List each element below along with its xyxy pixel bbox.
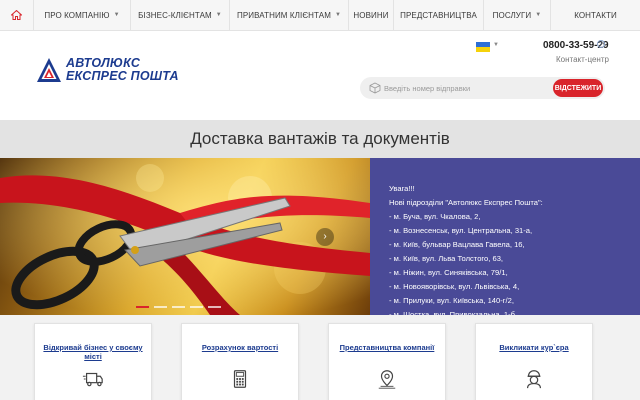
slider-dot[interactable] [208,306,221,308]
card-cost-calculation[interactable]: Розрахунок вартості [181,323,299,400]
slider-dot[interactable] [136,306,149,308]
notice-line: - м. Київ, бульвар Вацлава Гавела, 16, [389,240,525,249]
chevron-down-icon: ▼ [215,12,222,18]
logo-triangle-icon [37,58,61,82]
card-title[interactable]: Розрахунок вартості [182,343,298,352]
nav-item-private[interactable]: Приватним клієнтам ▼ [230,0,349,31]
ribbon-cutting-image [0,158,370,315]
nav-item-contacts[interactable]: Контакти [551,0,640,31]
info-icon[interactable]: i [597,40,605,48]
notice-line: Нові підрозділи "Автолюкс Експрес Пошта"… [389,198,543,207]
notice-line: - м. Прилуки, вул. Київська, 140-г/2, [389,296,514,305]
notice-line: - м. Новояворівськ, вул. Львівська, 4, [389,282,520,291]
chevron-down-icon: ▼ [535,12,542,18]
map-pin-icon [378,370,396,389]
slider-dots [136,306,221,308]
notice-panel: Увага!!! Нові підрозділи "Автолюкс Експр… [370,158,640,319]
hero-slider: › [0,158,370,315]
service-cards: Відкривай бізнес у своєму місті Розрахун… [0,315,640,400]
page-headline: Доставка вантажів та документів [190,129,450,148]
slider-dot[interactable] [190,306,203,308]
contact-center-label: Контакт-центр [556,55,609,64]
notice-line: - м. Буча, вул. Чкалова, 2, [389,212,481,221]
notice-line: - м. Київ, вул. Льва Толстого, 63, [389,254,504,263]
calculator-icon [233,370,247,388]
ukraine-flag-icon[interactable] [476,42,490,52]
card-title[interactable]: Викликати кур`єра [476,343,592,352]
nav-item-about[interactable]: Про компанію ▼ [34,0,131,31]
card-offices[interactable]: Представництва компанії [328,323,446,400]
chevron-down-icon: ▼ [113,12,120,18]
slider-dot[interactable] [172,306,185,308]
card-open-business[interactable]: Відкривай бізнес у своєму місті [34,323,152,400]
notice-line: - м. Вознесенськ, вул. Центральна, 31-а, [389,226,533,235]
chevron-down-icon[interactable]: ▼ [493,42,499,48]
tracking-search: ВІДСТЕЖИТИ [360,77,605,99]
nav-item-services[interactable]: Послуги ▼ [484,0,551,31]
tracking-number-input[interactable] [384,80,544,96]
track-button[interactable]: ВІДСТЕЖИТИ [553,79,603,97]
card-title[interactable]: Відкривай бізнес у своєму місті [35,343,151,361]
headline-band: Доставка вантажів та документів [0,120,640,158]
notice-line: Увага!!! [389,184,415,193]
chevron-down-icon: ▼ [334,12,342,18]
card-title[interactable]: Представництва компанії [329,343,445,352]
courier-icon [526,370,542,389]
notice-line: - м. Ніжин, вул. Синяківська, 79/1, [389,268,508,277]
nav-item-news[interactable]: Новини [349,0,394,31]
nav-item-business[interactable]: Бізнес-клієнтам ▼ [131,0,230,31]
slider-dot[interactable] [154,306,167,308]
nav-item-offices[interactable]: Представництва [394,0,484,31]
home-icon[interactable] [0,0,34,31]
company-logo[interactable]: АВТОЛЮКС ЕКСПРЕС ПОШТА [36,55,186,91]
site-header: АВТОЛЮКС ЕКСПРЕС ПОШТА ▼ 0800-33-59-29 i… [0,31,640,120]
logo-line-2: ЕКСПРЕС ПОШТА [66,69,179,83]
top-navigation: Про компанію ▼ Бізнес-клієнтам ▼ Приватним… [0,0,640,31]
delivery-truck-icon [82,372,103,387]
slider-next-button[interactable]: › [316,228,334,246]
parcel-box-icon [369,82,381,94]
card-call-courier[interactable]: Викликати кур`єра [475,323,593,400]
